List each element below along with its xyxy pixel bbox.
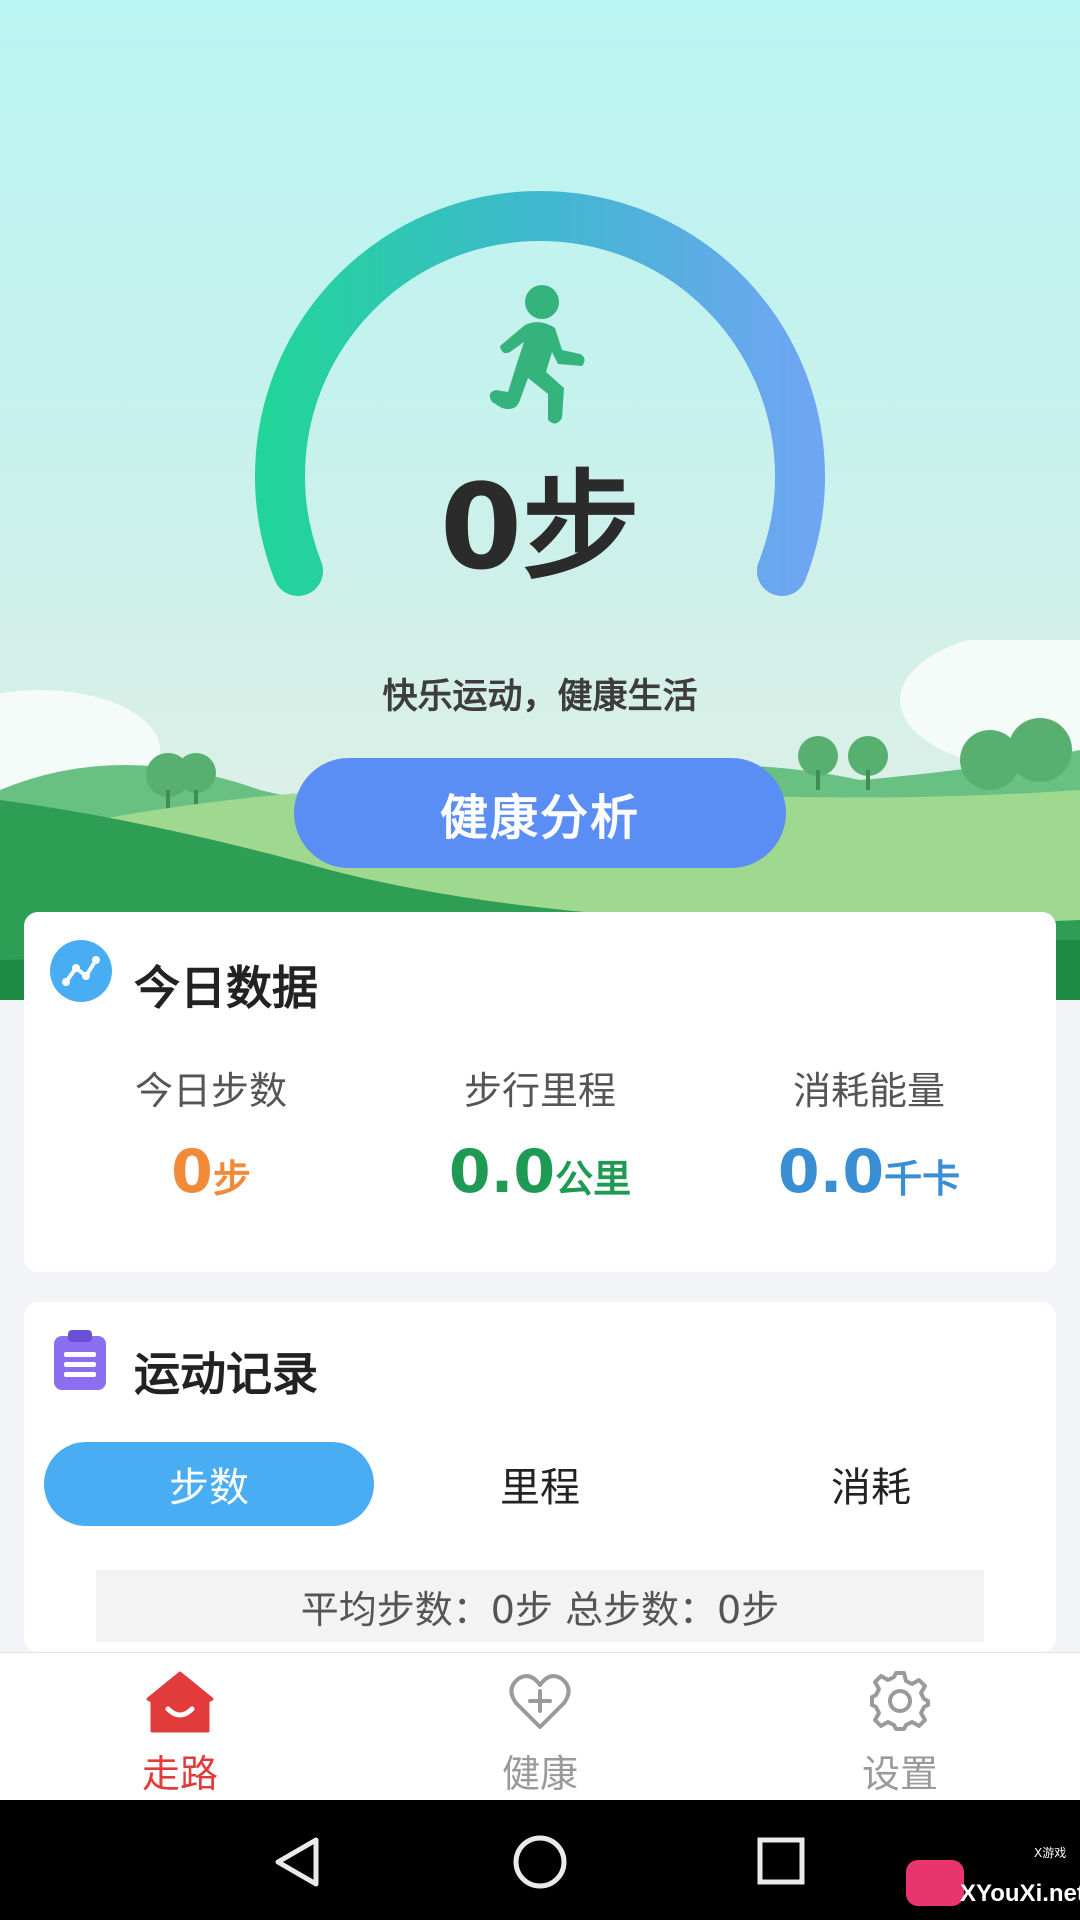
heart-plus-icon	[509, 1674, 571, 1729]
nav-label-walk: 走路	[141, 1752, 218, 1796]
gear-icon	[870, 1671, 930, 1731]
watermark-small-text: X游戏	[1034, 1846, 1067, 1860]
stat-distance-value: 0.0公里	[448, 1137, 632, 1207]
slogan-text: 快乐运动，健康生活	[382, 677, 698, 717]
exercise-records-card: 运动记录 步数 里程 消耗 平均步数：0步 总步数：0步	[24, 1302, 1056, 1652]
bottom-nav: 走路 健康 设置	[0, 1652, 1080, 1801]
home-circle-icon[interactable]	[512, 1834, 568, 1890]
stat-steps-value: 0步	[171, 1137, 251, 1207]
records-summary: 平均步数：0步 总步数：0步	[96, 1570, 984, 1642]
watermark-logo	[906, 1860, 964, 1906]
nav-item-settings[interactable]: 设置	[800, 1653, 1000, 1801]
stat-distance: 步行里程 0.0公里	[375, 1060, 705, 1207]
stat-steps-label: 今日步数	[134, 1069, 287, 1113]
back-icon[interactable]	[272, 1836, 322, 1888]
stat-calories-value: 0.0千卡	[777, 1137, 961, 1207]
stat-calories: 消耗能量 0.0千卡	[704, 1060, 1034, 1207]
hero-section: 0步 快乐运动，健康生活 健康分析	[0, 0, 1080, 1000]
stat-steps: 今日步数 0步	[46, 1060, 376, 1207]
records-tabs: 步数 里程 消耗	[44, 1442, 1036, 1526]
watermark-text: XYouXi.net	[960, 1880, 1080, 1907]
runner-icon	[489, 285, 585, 424]
stat-distance-unit: 公里	[555, 1157, 632, 1201]
tab-steps[interactable]: 步数	[44, 1442, 374, 1526]
stat-calories-label: 消耗能量	[792, 1069, 945, 1113]
current-steps-value: 0步	[439, 458, 641, 596]
home-icon	[146, 1671, 214, 1733]
stat-distance-label: 步行里程	[463, 1069, 616, 1113]
today-data-card: 今日数据 今日步数 0步 步行里程 0.0公里 消耗能量 0.0千卡	[24, 912, 1056, 1272]
nav-item-walk[interactable]: 走路	[80, 1653, 280, 1801]
tab-distance[interactable]: 里程	[375, 1442, 705, 1526]
system-navigation-bar: X游戏 XYouXi.net	[0, 1800, 1080, 1920]
tab-calories[interactable]: 消耗	[706, 1442, 1036, 1526]
records-title: 运动记录	[134, 1347, 318, 1401]
stat-steps-unit: 步	[212, 1157, 251, 1201]
today-data-title: 今日数据	[134, 961, 318, 1015]
trend-icon	[50, 940, 112, 1002]
recents-icon[interactable]	[756, 1836, 806, 1886]
nav-label-health: 健康	[501, 1752, 578, 1796]
health-analysis-button[interactable]: 健康分析	[294, 758, 786, 868]
stat-calories-unit: 千卡	[884, 1157, 961, 1201]
nav-item-health[interactable]: 健康	[440, 1653, 640, 1801]
nav-label-settings: 设置	[861, 1752, 938, 1796]
clipboard-icon	[54, 1330, 106, 1390]
